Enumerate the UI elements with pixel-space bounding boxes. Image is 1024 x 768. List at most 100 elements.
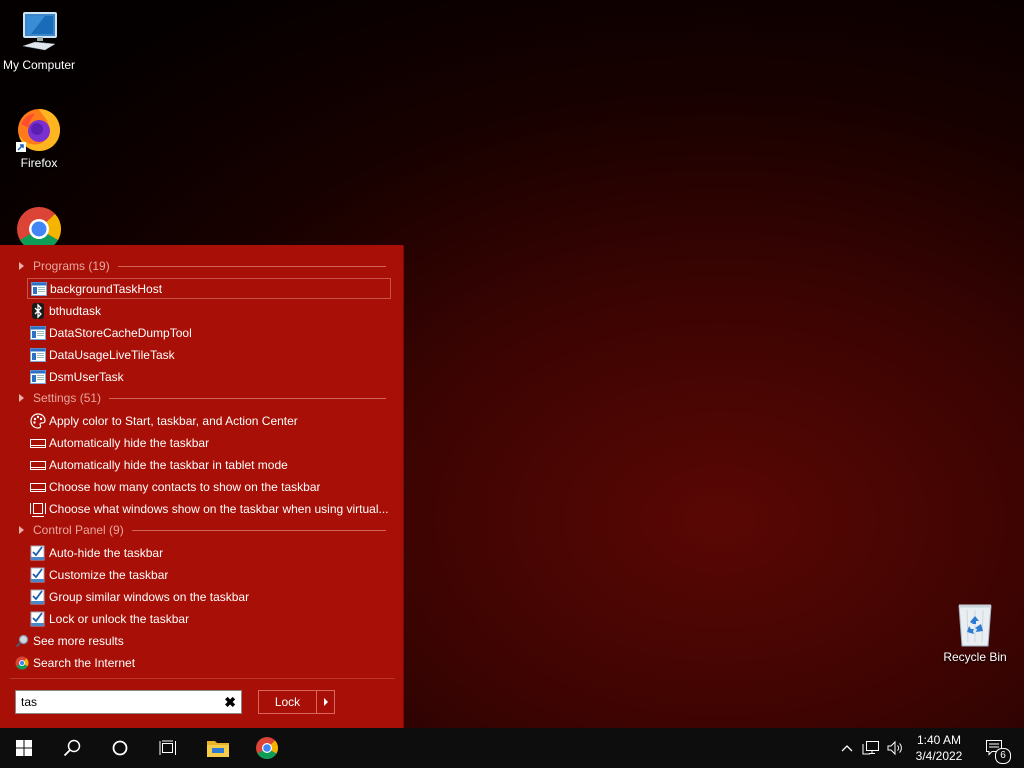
result-item-control-panel[interactable]: Auto-hide the taskbar: [27, 542, 391, 563]
expand-triangle-icon: [19, 262, 24, 270]
result-item-label: Choose what windows show on the taskbar …: [49, 501, 389, 516]
result-item-program[interactable]: DataStoreCacheDumpTool: [27, 322, 391, 343]
power-options-arrow[interactable]: [317, 698, 334, 706]
checklist-icon: [30, 567, 46, 583]
volume-button[interactable]: [884, 728, 906, 768]
result-item-program[interactable]: DsmUserTask: [27, 366, 391, 387]
notification-count-badge: 6: [995, 748, 1011, 764]
result-item-label: Customize the taskbar: [49, 567, 169, 582]
result-item-setting[interactable]: Choose what windows show on the taskbar …: [27, 498, 391, 519]
result-item-label: Group similar windows on the taskbar: [49, 589, 250, 604]
group-title: Settings (51): [33, 391, 102, 405]
result-item-label: DataStoreCacheDumpTool: [49, 325, 192, 340]
desktop-icon-label: Recycle Bin: [943, 650, 1007, 664]
result-item-program[interactable]: DataUsageLiveTileTask: [27, 344, 391, 365]
result-item-setting[interactable]: Automatically hide the taskbar: [27, 432, 391, 453]
expand-triangle-icon: [19, 394, 24, 402]
desktop-icon-label: Firefox: [20, 156, 58, 170]
group-header-settings[interactable]: Settings (51): [16, 389, 386, 407]
separator: [131, 529, 386, 531]
group-title: Programs (19): [33, 259, 110, 273]
desktop-icon-chrome[interactable]: [1, 205, 77, 245]
search-icon: [63, 739, 81, 757]
task-view-icon: [159, 740, 176, 755]
result-item-setting[interactable]: Automatically hide the taskbar in tablet…: [27, 454, 391, 475]
group-header-programs[interactable]: Programs (19): [16, 257, 386, 275]
file-explorer-icon: [207, 741, 229, 757]
chevron-up-icon: [841, 745, 853, 752]
chrome-taskbar-button[interactable]: [243, 728, 291, 768]
taskbar: 1:40 AM 3/4/2022 6: [0, 728, 1024, 768]
start-button[interactable]: [0, 728, 48, 768]
result-item-setting[interactable]: Choose how many contacts to show on the …: [27, 476, 391, 497]
search-box[interactable]: ✖: [15, 690, 242, 714]
separator: [109, 397, 386, 399]
result-item-control-panel[interactable]: Lock or unlock the taskbar: [27, 608, 391, 629]
taskbar-icon: [30, 479, 46, 495]
cortana-button[interactable]: [96, 728, 144, 768]
file-explorer-button[interactable]: [194, 728, 242, 768]
checklist-icon: [30, 611, 46, 627]
result-item-label: Lock or unlock the taskbar: [49, 611, 190, 626]
network-icon: [862, 741, 879, 755]
clock-time: 1:40 AM: [916, 733, 962, 747]
desktop-icon-my-computer[interactable]: My Computer: [1, 10, 77, 72]
action-center-button[interactable]: 6: [978, 728, 1012, 768]
volume-icon: [887, 740, 902, 756]
result-item-program[interactable]: backgroundTaskHost: [27, 278, 391, 299]
see-more-results-link[interactable]: See more results: [14, 631, 124, 651]
clear-search-button[interactable]: ✖: [224, 694, 236, 710]
result-item-label: Choose how many contacts to show on the …: [49, 479, 321, 494]
app-window-icon: [30, 369, 46, 385]
search-input[interactable]: [16, 691, 216, 713]
desktop-icon-label: My Computer: [2, 58, 76, 72]
expand-triangle-icon: [19, 526, 24, 534]
taskbar-icon: [30, 435, 46, 451]
taskbar-icon: [30, 457, 46, 473]
app-window-icon: [30, 347, 46, 363]
recycle-bin-icon: [958, 604, 992, 647]
separator: [117, 265, 386, 267]
shortcut-arrow-icon: [16, 142, 26, 152]
lock-button[interactable]: Lock: [258, 690, 335, 714]
result-item-setting[interactable]: Apply color to Start, taskbar, and Actio…: [27, 410, 391, 431]
result-item-control-panel[interactable]: Customize the taskbar: [27, 564, 391, 585]
separator: [10, 678, 395, 679]
computer-icon: [22, 12, 57, 51]
network-button[interactable]: [860, 728, 882, 768]
result-item-label: Automatically hide the taskbar: [49, 435, 210, 450]
checklist-icon: [30, 545, 46, 561]
magnifier-icon: [14, 633, 30, 649]
group-header-control-panel[interactable]: Control Panel (9): [16, 521, 386, 539]
chrome-icon: [14, 655, 30, 671]
bluetooth-icon: [30, 302, 46, 319]
search-internet-link[interactable]: Search the Internet: [14, 653, 135, 673]
result-item-control-panel[interactable]: Group similar windows on the taskbar: [27, 586, 391, 607]
group-title: Control Panel (9): [33, 523, 124, 537]
result-item-label: bthudtask: [49, 303, 102, 318]
see-more-label: See more results: [33, 634, 124, 648]
checklist-icon: [30, 589, 46, 605]
app-window-icon: [30, 325, 46, 341]
search-internet-label: Search the Internet: [33, 656, 136, 670]
task-view-button[interactable]: [144, 728, 192, 768]
result-item-label: Automatically hide the taskbar in tablet…: [49, 457, 288, 472]
palette-icon: [30, 412, 46, 429]
clock-date: 3/4/2022: [915, 749, 963, 763]
result-item-program[interactable]: bthudtask: [27, 300, 391, 321]
virtual-desktop-icon: [30, 501, 46, 517]
desktop-icon-firefox[interactable]: Firefox: [1, 106, 77, 170]
result-item-label: Auto-hide the taskbar: [49, 545, 164, 560]
result-item-label: Apply color to Start, taskbar, and Actio…: [49, 413, 298, 428]
clock[interactable]: 1:40 AM 3/4/2022: [906, 732, 972, 764]
desktop-icon-recycle-bin[interactable]: Recycle Bin: [937, 600, 1013, 664]
show-hidden-icons-button[interactable]: [838, 728, 856, 768]
result-item-label: DataUsageLiveTileTask: [49, 347, 175, 362]
lock-button-label: Lock: [259, 691, 317, 713]
start-icon: [16, 740, 32, 756]
app-window-icon: [31, 281, 47, 297]
result-item-label: backgroundTaskHost: [50, 281, 163, 296]
chrome-icon: [256, 737, 278, 759]
cortana-icon: [112, 740, 128, 756]
search-button[interactable]: [48, 728, 96, 768]
